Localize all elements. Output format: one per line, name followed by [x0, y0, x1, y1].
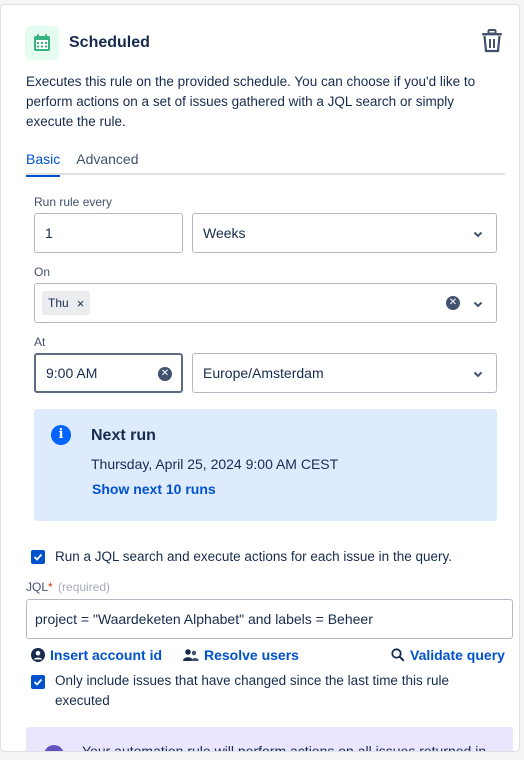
person-icon: [31, 648, 45, 662]
insert-account-button[interactable]: Insert account id: [31, 647, 162, 663]
time-value: 9:00 AM: [46, 365, 98, 381]
next-run-date: Thursday, April 25, 2024 9:00 AM CEST: [91, 456, 339, 472]
users-icon: [183, 649, 199, 661]
day-tag-label: Thu: [48, 296, 69, 310]
changed-only-checkbox[interactable]: [31, 675, 45, 689]
notice-text: Your automation rule will perform action…: [82, 743, 487, 752]
jql-value: project = "Waardeketen Alphabet" and lab…: [35, 611, 373, 627]
validate-query-label: Validate query: [410, 647, 505, 663]
time-input[interactable]: 9:00 AM ✕: [34, 353, 183, 393]
remove-tag-icon[interactable]: ×: [77, 296, 85, 311]
notice-panel: Your automation rule will perform action…: [26, 727, 513, 752]
interval-unit-select[interactable]: Weeks: [192, 213, 497, 253]
chevron-down-icon: [473, 301, 483, 308]
required-marker: *: [48, 580, 53, 594]
next-run-panel: i Next run Thursday, April 25, 2024 9:00…: [34, 409, 497, 521]
clear-icon[interactable]: ✕: [446, 296, 460, 310]
changed-only-label: Only include issues that have changed si…: [55, 673, 449, 708]
trash-icon[interactable]: [479, 27, 505, 55]
resolve-users-label: Resolve users: [204, 647, 299, 663]
validate-query-button[interactable]: Validate query: [391, 647, 505, 663]
next-run-title: Next run: [91, 427, 156, 444]
chevron-down-icon: [473, 371, 483, 378]
calendar-icon: [25, 26, 59, 60]
jql-search-label: Run a JQL search and execute actions for…: [55, 549, 452, 564]
tab-advanced[interactable]: Advanced: [76, 148, 138, 175]
timezone-select[interactable]: Europe/Amsterdam: [192, 353, 497, 393]
at-label: At: [34, 335, 46, 349]
notice-icon: [44, 745, 64, 751]
run-rule-label: Run rule every: [34, 195, 113, 209]
show-next-runs-link[interactable]: Show next 10 runs: [92, 481, 216, 497]
jql-label: JQL* (required): [26, 580, 110, 594]
jql-label-text: JQL: [26, 580, 49, 594]
required-hint: (required): [58, 580, 111, 594]
timezone-value: Europe/Amsterdam: [203, 365, 324, 381]
info-icon: i: [51, 425, 71, 445]
resolve-users-button[interactable]: Resolve users: [183, 647, 299, 663]
interval-unit-value: Weeks: [203, 225, 246, 241]
jql-search-checkbox[interactable]: [31, 550, 45, 564]
chevron-down-icon: [473, 231, 483, 238]
insert-account-label: Insert account id: [50, 647, 163, 663]
day-tag: Thu ×: [42, 291, 91, 315]
tab-basic[interactable]: Basic: [26, 148, 61, 177]
tab-bar: Basic Advanced: [26, 148, 505, 177]
clear-icon[interactable]: ✕: [158, 367, 172, 381]
interval-value: 1: [45, 225, 53, 241]
trigger-panel: Scheduled Executes this rule on the prov…: [0, 4, 520, 752]
search-icon: [391, 648, 405, 662]
days-multiselect[interactable]: Thu × ✕: [34, 283, 497, 323]
on-label: On: [34, 265, 51, 279]
panel-header: Scheduled: [25, 23, 505, 63]
check-icon: [33, 553, 43, 561]
jql-input[interactable]: project = "Waardeketen Alphabet" and lab…: [26, 599, 513, 639]
interval-value-input[interactable]: 1: [34, 213, 183, 253]
trigger-title: Scheduled: [69, 34, 150, 51]
check-icon: [33, 678, 43, 686]
trigger-description: Executes this rule on the provided sched…: [26, 74, 476, 129]
